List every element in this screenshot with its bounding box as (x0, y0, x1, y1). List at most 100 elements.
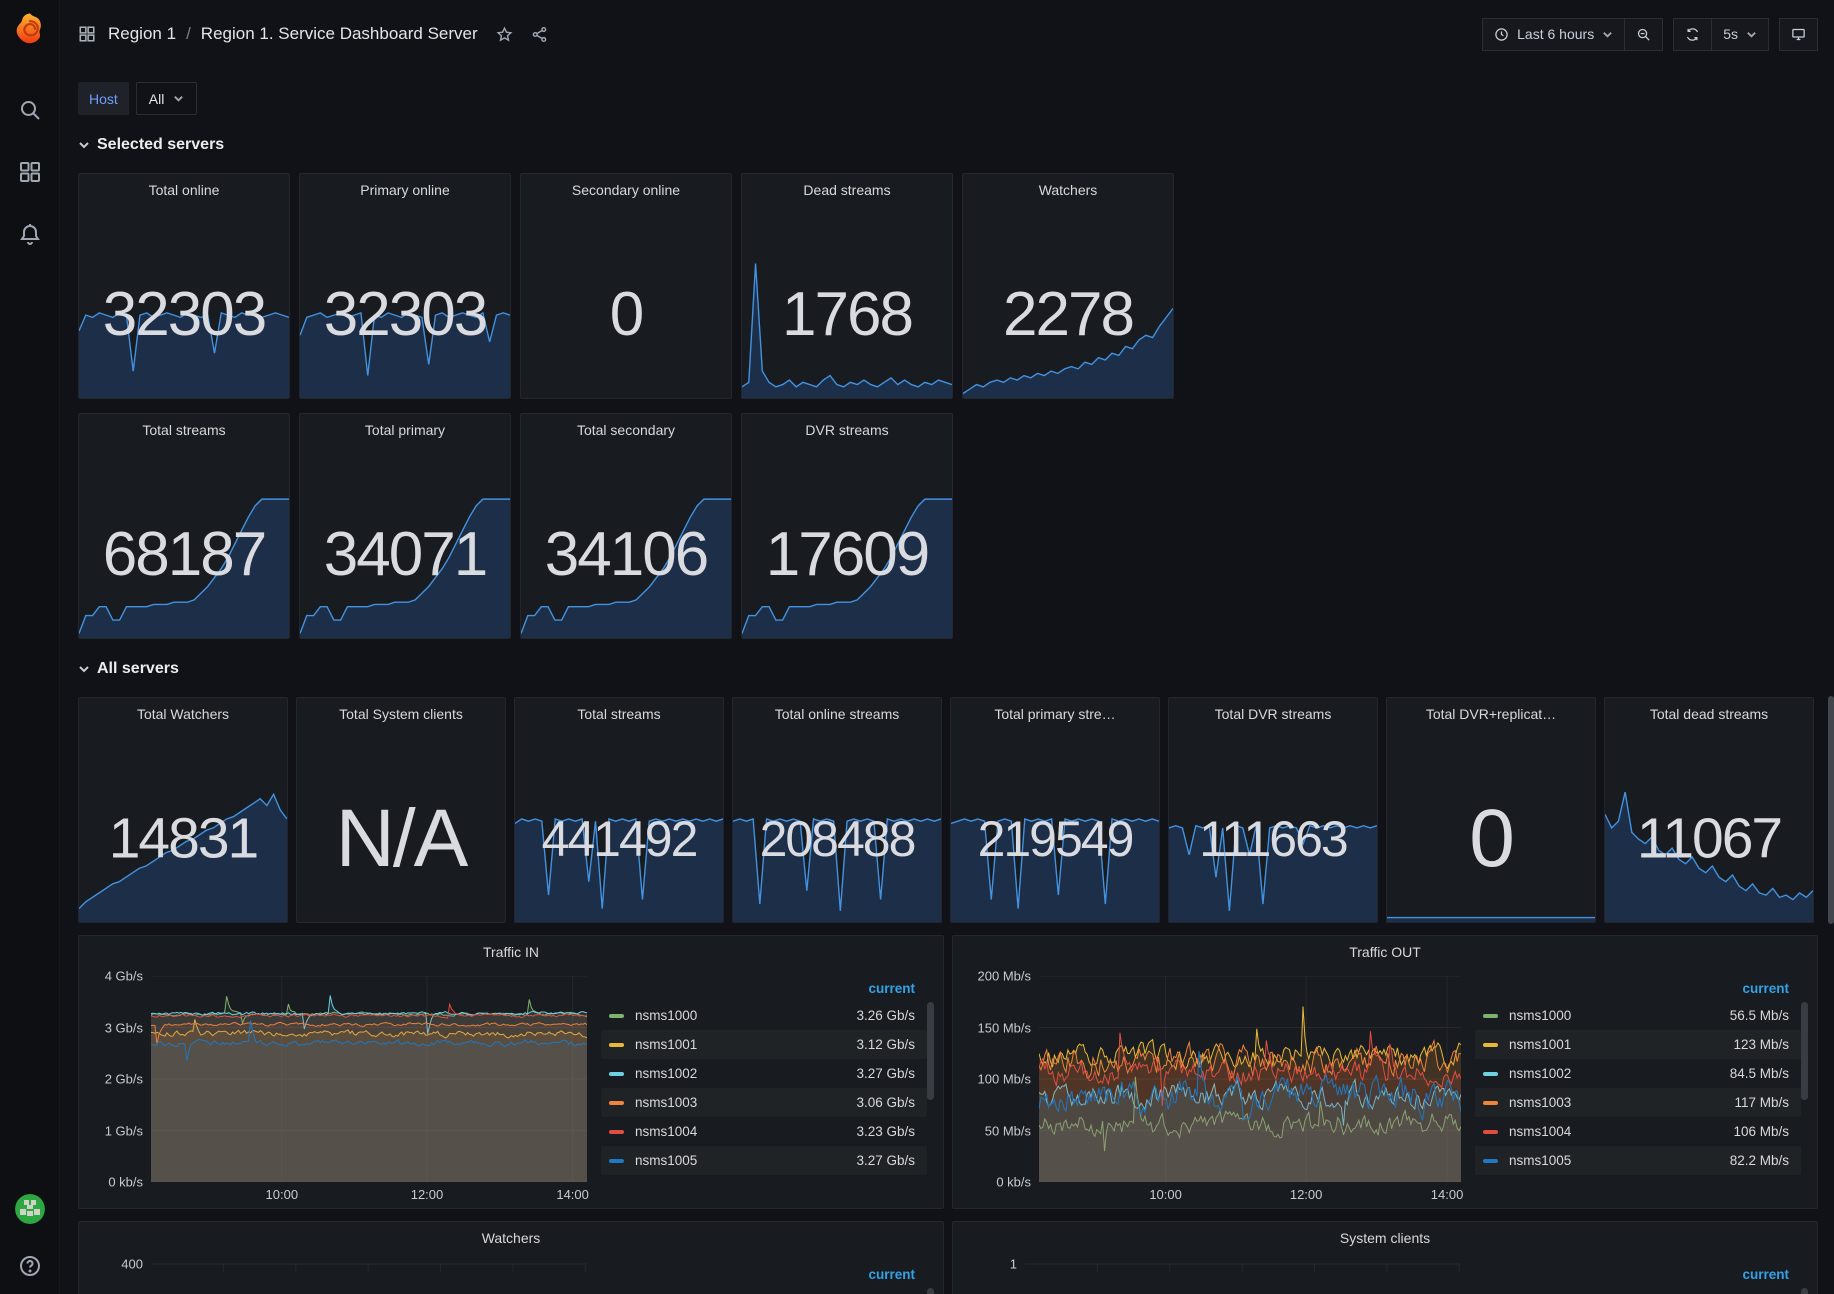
refresh-interval-picker[interactable]: 5s (1712, 18, 1769, 51)
kiosk-mode-button[interactable] (1779, 18, 1818, 51)
panel-title[interactable]: Total primary (300, 414, 510, 446)
series-name[interactable]: nsms1003 (1509, 1095, 1571, 1110)
breadcrumb-dashboard-link[interactable]: Region 1 (108, 24, 176, 44)
panel-title[interactable]: Total DVR+replicat… (1387, 698, 1595, 730)
panel-title[interactable]: Primary online (300, 174, 510, 206)
stat-sparkline (515, 698, 723, 922)
series-color-swatch (1483, 1072, 1498, 1076)
help-icon[interactable] (18, 1254, 42, 1278)
y-axis: 200 Mb/s150 Mb/s100 Mb/s50 Mb/s0 kb/s (961, 976, 1039, 1182)
legend-current-header[interactable]: current (1475, 976, 1801, 1001)
stat-panel: Total online streams 208488 (732, 697, 942, 923)
stat-panel: DVR streams 17609 (741, 413, 953, 639)
panel-title[interactable]: Total streams (79, 414, 289, 446)
time-range-label: Last 6 hours (1517, 26, 1594, 42)
panel-title[interactable]: Traffic IN (79, 936, 943, 968)
star-icon[interactable] (496, 26, 513, 43)
stat-panel: Total dead streams 11067 (1604, 697, 1814, 923)
series-color-swatch (609, 1159, 624, 1163)
dashboard-content: Region 1 / Region 1. Service Dashboard S… (60, 0, 1834, 1294)
breadcrumb-separator: / (186, 24, 191, 44)
y-axis-tick-label: 150 Mb/s (978, 1020, 1031, 1035)
legend-current-header[interactable]: current (601, 1262, 927, 1287)
zoom-out-button[interactable] (1625, 18, 1663, 51)
time-range-picker[interactable]: Last 6 hours (1482, 18, 1625, 51)
panel-title[interactable]: Total streams (515, 698, 723, 730)
x-axis-tick-label: 10:00 (1149, 1187, 1182, 1202)
series-name[interactable]: nsms1002 (635, 1066, 697, 1081)
page-scrollbar[interactable] (1828, 696, 1834, 924)
panel-title[interactable]: Traffic OUT (953, 936, 1817, 968)
panel-title[interactable]: Total online streams (733, 698, 941, 730)
stat-value: 14831 (79, 811, 287, 868)
row-collapse-header[interactable]: Selected servers (78, 131, 1818, 159)
panel-title[interactable]: Total dead streams (1605, 698, 1813, 730)
legend-scrollbar[interactable] (1801, 1288, 1808, 1294)
panel-title[interactable]: Secondary online (521, 174, 731, 206)
panel-title[interactable]: Total Watchers (79, 698, 287, 730)
legend-scrollbar[interactable] (1801, 1002, 1808, 1100)
series-name[interactable]: nsms1003 (635, 1095, 697, 1110)
dashboards-icon[interactable] (18, 160, 42, 184)
stat-panel: Total primary stre… 219549 (950, 697, 1160, 923)
legend-current-header[interactable]: current (1475, 1262, 1801, 1287)
panel-title[interactable]: Watchers (963, 174, 1173, 206)
panel-title[interactable]: Dead streams (742, 174, 952, 206)
panel-title[interactable]: DVR streams (742, 414, 952, 446)
toolbar-controls: Last 6 hours 5s (1472, 18, 1818, 51)
series-name[interactable]: nsms1005 (635, 1153, 697, 1168)
panel-title[interactable]: Total online (79, 174, 289, 206)
user-avatar[interactable] (15, 1194, 45, 1224)
stat-value: 34106 (521, 524, 731, 586)
panel-title[interactable]: System clients (953, 1222, 1817, 1254)
series-color-swatch (609, 1014, 624, 1018)
dashboard-grid: Selected servers Total online 32303 Prim… (78, 131, 1818, 1294)
series-current-value: 117 Mb/s (1734, 1095, 1789, 1110)
graph-row: Traffic IN 4 Gb/s3 Gb/s2 Gb/s1 Gb/s0 kb/… (78, 935, 1818, 1209)
chevron-down-icon (78, 663, 90, 675)
series-current-value: 3.23 Gb/s (856, 1124, 915, 1139)
grafana-app: Region 1 / Region 1. Service Dashboard S… (0, 0, 1834, 1294)
graph-body: 400 current (79, 1254, 943, 1294)
series-name[interactable]: nsms1001 (635, 1037, 697, 1052)
series-name[interactable]: nsms1000 (1509, 1008, 1571, 1023)
stat-panel: Total DVR streams 111663 (1168, 697, 1378, 923)
legend: current (1461, 1262, 1809, 1294)
y-axis-tick-label: 50 Mb/s (985, 1123, 1031, 1138)
series-name[interactable]: nsms1002 (1509, 1066, 1571, 1081)
breadcrumb-page-title[interactable]: Region 1. Service Dashboard Server (201, 24, 478, 44)
clock-icon (1494, 27, 1509, 42)
series-name[interactable]: nsms1004 (1509, 1124, 1571, 1139)
legend-scrollbar[interactable] (927, 1288, 934, 1294)
row-collapse-header[interactable]: All servers (78, 655, 1818, 683)
panel-title[interactable]: Total primary stre… (951, 698, 1159, 730)
legend-current-header[interactable]: current (601, 976, 927, 1001)
legend: current (587, 1262, 935, 1294)
legend-scrollbar[interactable] (927, 1002, 934, 1100)
grafana-logo-icon[interactable] (13, 12, 47, 46)
stat-panel: Total secondary 34106 (520, 413, 732, 639)
panel-title[interactable]: Total secondary (521, 414, 731, 446)
series-current-value: 84.5 Mb/s (1730, 1066, 1789, 1081)
panel-title[interactable]: Total System clients (297, 698, 505, 730)
refresh-button[interactable] (1673, 18, 1712, 51)
legend-rows: nsms1000 56.5 Mb/s nsms1001 123 Mb/s nsm… (1475, 1001, 1801, 1175)
x-axis-tick-label: 14:00 (556, 1187, 589, 1202)
series-current-value: 106 Mb/s (1733, 1124, 1789, 1139)
series-name[interactable]: nsms1004 (635, 1124, 697, 1139)
share-icon[interactable] (531, 26, 548, 43)
series-name[interactable]: nsms1000 (635, 1008, 697, 1023)
stat-panel: Total online 32303 (78, 173, 290, 399)
panel-title[interactable]: Total DVR streams (1169, 698, 1377, 730)
variable-value-dropdown[interactable]: All (136, 82, 198, 115)
stat-sparkline (1169, 698, 1377, 922)
chevron-down-icon (1746, 29, 1757, 40)
search-icon[interactable] (18, 98, 42, 122)
series-name[interactable]: nsms1005 (1509, 1153, 1571, 1168)
stat-value: 1768 (742, 284, 952, 346)
panel-title[interactable]: Watchers (79, 1222, 943, 1254)
series-name[interactable]: nsms1001 (1509, 1037, 1571, 1052)
alerting-bell-icon[interactable] (18, 222, 42, 246)
stat-value: 219549 (951, 814, 1159, 864)
graph-body: 1 current (953, 1254, 1817, 1294)
